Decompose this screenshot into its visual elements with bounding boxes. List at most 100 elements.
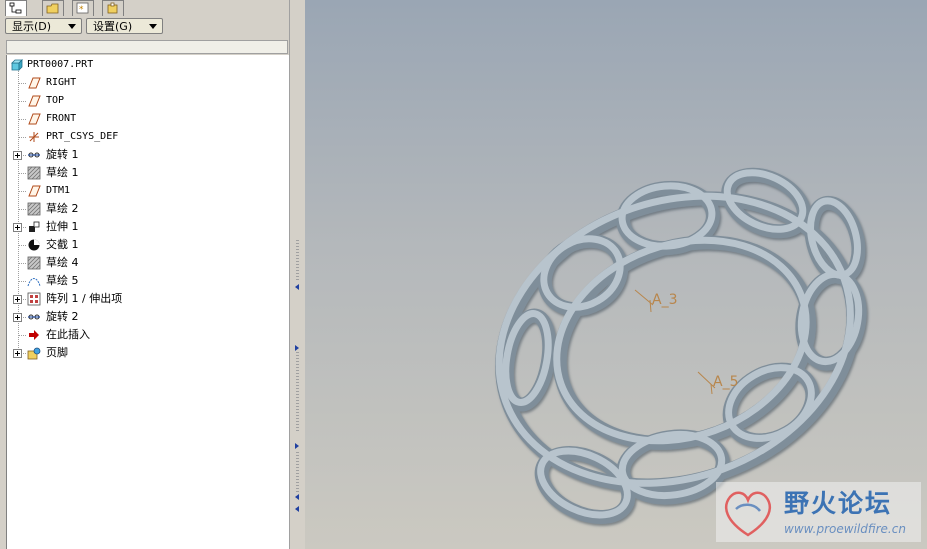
expand-icon[interactable] [13,223,22,232]
tree-item-label: DTM1 [46,185,71,196]
graphics-window[interactable]: A_3 A_5 [305,0,927,549]
tree-guide-line [18,191,26,192]
splitter-grip [296,352,299,432]
settings-menu-label: 设置(G) [93,20,133,33]
tree-guide-line [18,119,26,120]
tree-item[interactable]: TOP [7,92,287,110]
expand-icon[interactable] [13,313,22,322]
model-tree-icon [9,2,22,14]
tree-item-label: 交截 1 [46,238,79,251]
tree-root-label: PRT0007.PRT [27,59,94,70]
folder-icon [46,3,59,14]
tree-guide-line [18,245,26,246]
watermark-title: 野火论坛 [784,489,893,518]
tree-item[interactable]: 草绘 2 [7,200,287,218]
tree-guide-line [18,335,26,336]
pattern-icon [27,292,41,306]
tree-item[interactable]: 旋转 1 [7,146,287,164]
settings-menu-button[interactable]: 设置(G) [86,18,163,34]
tree-root-row[interactable]: PRT0007.PRT [7,56,287,74]
tree-item[interactable]: 草绘 5 [7,272,287,290]
tree-item[interactable]: 在此插入 [7,326,287,344]
tree-guide-line [18,263,26,264]
axis-label-a3[interactable]: A_3 [652,292,677,308]
panel-splitter[interactable] [289,0,306,549]
tree-item[interactable]: 交截 1 [7,236,287,254]
splitter-grip [296,452,299,492]
tree-guide-line [18,101,26,102]
collapse-left-icon[interactable] [295,284,299,290]
tab-connections[interactable] [102,0,124,16]
tree-item-label: 草绘 5 [46,274,79,287]
expand-right-icon[interactable] [295,443,299,449]
tab-folder-browser[interactable] [42,0,64,16]
datum-plane-icon [28,185,41,197]
tree-column-header [6,40,288,54]
tree-item[interactable]: PRT_CSYS_DEF [7,128,287,146]
datum-plane-icon [28,77,41,89]
watermark: 野火论坛 www.proewildfire.cn [716,482,921,542]
sketch-icon [27,202,41,216]
sketch-icon [27,256,41,270]
collapse-left-icon[interactable] [295,494,299,500]
tree-item[interactable]: 拉伸 1 [7,218,287,236]
connections-icon [107,2,118,14]
watermark-url: www.proewildfire.cn [784,522,906,536]
footer-icon [27,347,41,360]
datum-plane-icon [28,95,41,107]
tree-item-label: 草绘 1 [46,166,79,179]
tree-item-label: 拉伸 1 [46,220,79,233]
tree-item-label: FRONT [46,113,77,124]
tree-item-label: 页脚 [46,346,68,359]
display-menu-label: 显示(D) [12,20,52,33]
tree-guide-line [18,83,26,84]
expand-icon[interactable] [13,349,22,358]
tree-item[interactable]: RIGHT [7,74,287,92]
collapse-left-icon[interactable] [295,506,299,512]
tree-item-label: 阵列 1 / 伸出项 [46,292,123,305]
insert-here-arrow-icon [29,330,39,340]
revolve-icon [28,314,40,320]
tree-menubar: 显示(D) 设置(G) [0,16,292,38]
watermark-logo-icon [725,491,771,537]
tree-guide-line [18,281,26,282]
tree-item[interactable]: 草绘 1 [7,164,287,182]
expand-icon[interactable] [13,151,22,160]
favorites-star-icon: * [76,2,89,15]
tree-item[interactable]: 草绘 4 [7,254,287,272]
svg-text:*: * [79,5,84,15]
tab-favorites[interactable]: * [72,0,94,16]
tree-guide-line [18,173,26,174]
tab-model-tree[interactable] [5,0,27,16]
tree-item[interactable]: 旋转 2 [7,308,287,326]
tree-item[interactable]: 阵列 1 / 伸出项 [7,290,287,308]
tree-item-label: RIGHT [46,77,77,88]
part-icon [11,59,23,71]
tree-item-label: 草绘 4 [46,256,79,269]
bearing-cage-model[interactable] [305,0,927,549]
display-menu-button[interactable]: 显示(D) [5,18,82,34]
tree-item[interactable]: DTM1 [7,182,287,200]
extrude-icon [29,221,40,232]
sketch-icon [27,166,41,180]
revolve-icon [28,152,40,158]
tree-item-label: 在此插入 [46,328,90,341]
expand-icon[interactable] [13,295,22,304]
expand-right-icon[interactable] [295,345,299,351]
axis-label-a5[interactable]: A_5 [713,374,738,390]
model-tree-panel: * 显示(D) 设置(G) PRT0007.PRT RIGHT TOP FRONT P… [0,0,292,549]
tree-item[interactable]: 页脚 [7,344,287,362]
tree-item-label: 旋转 2 [46,310,79,323]
tree-guide-line [18,137,26,138]
tree-guide-line [18,209,26,210]
tree-item-label: 旋转 1 [46,148,79,161]
chevron-down-icon [149,24,157,29]
chevron-down-icon [68,24,76,29]
tree-item[interactable]: FRONT [7,110,287,128]
datum-plane-icon [28,113,41,125]
splitter-grip [296,240,299,280]
intersect-icon [28,239,40,251]
coordinate-system-icon [29,132,39,142]
navigator-tabs: * [0,0,292,16]
tree-item-label: TOP [46,95,65,106]
